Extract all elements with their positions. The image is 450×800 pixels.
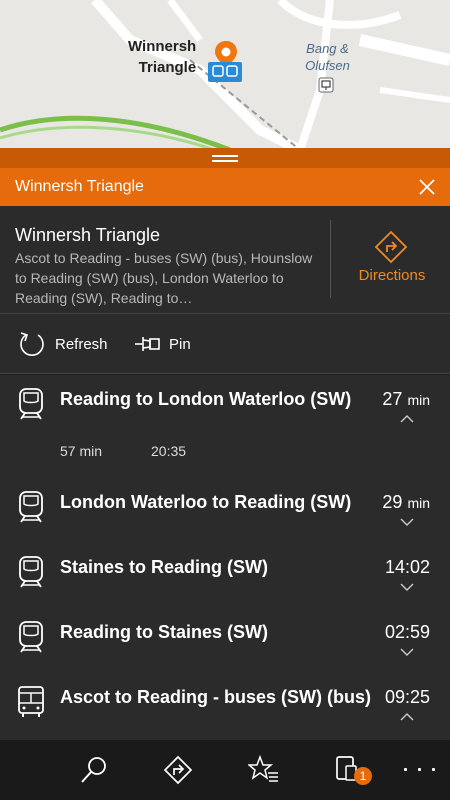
- train-stop-icon: [208, 62, 242, 82]
- chevron-up-icon[interactable]: [400, 415, 414, 423]
- directions-icon: [374, 230, 408, 264]
- stop-info-panel: Winnersh Triangle Ascot to Reading - bus…: [0, 206, 450, 314]
- sheet-drag-handle[interactable]: [0, 148, 450, 168]
- pin-icon: [135, 337, 160, 351]
- route-time: 14:02: [384, 557, 430, 577]
- favorites-icon[interactable]: [248, 754, 280, 786]
- train-icon: [19, 556, 43, 588]
- route-time: 09:25: [384, 687, 430, 707]
- route-list[interactable]: Reading to London Waterloo (SW) 27 min 5…: [0, 375, 450, 740]
- refresh-icon: [20, 332, 44, 356]
- bus-icon: [18, 686, 44, 717]
- refresh-button[interactable]: Refresh: [18, 314, 118, 374]
- route-item[interactable]: London Waterloo to Reading (SW) 29 min: [0, 478, 450, 543]
- header-bar: Winnersh Triangle: [0, 168, 450, 206]
- route-detail-duration: 57 min: [60, 443, 103, 459]
- app-bar: 1: [0, 740, 450, 800]
- pin-label: Pin: [169, 336, 191, 353]
- stop-description: Ascot to Reading - buses (SW) (bus), Hou…: [15, 250, 313, 306]
- route-name: London Waterloo to Reading (SW): [60, 492, 352, 512]
- route-item[interactable]: Reading to Staines (SW) 02:59: [0, 608, 450, 673]
- action-row: Refresh Pin: [0, 314, 450, 374]
- refresh-label: Refresh: [55, 336, 108, 353]
- map-view[interactable]: Winnersh Triangle Bang & Olufsen: [0, 0, 450, 150]
- route-item[interactable]: Reading to London Waterloo (SW) 27 min 5…: [0, 375, 450, 485]
- route-item[interactable]: Staines to Reading (SW) 14:02: [0, 543, 450, 608]
- route-time: 27 min: [382, 389, 430, 409]
- divider: [330, 220, 331, 298]
- directions-button[interactable]: Directions: [334, 206, 450, 314]
- chevron-up-icon[interactable]: [400, 713, 414, 721]
- chevron-down-icon[interactable]: [400, 648, 414, 656]
- route-time: 02:59: [384, 622, 430, 642]
- chevron-down-icon[interactable]: [400, 583, 414, 591]
- header-title: Winnersh Triangle: [15, 178, 144, 195]
- route-item[interactable]: Ascot to Reading - buses (SW) (bus) 09:2…: [0, 673, 450, 740]
- chevron-down-icon[interactable]: [400, 518, 414, 526]
- poi-label-1: Bang &: [306, 41, 349, 56]
- train-icon: [19, 388, 43, 420]
- route-name: Staines to Reading (SW): [60, 557, 269, 577]
- directions-label: Directions: [358, 267, 426, 284]
- train-icon: [19, 491, 43, 523]
- route-name: Reading to London Waterloo (SW): [60, 389, 352, 409]
- map-stop-label-1: Winnersh: [128, 38, 197, 55]
- notification-badge: 1: [354, 767, 372, 785]
- more-icon[interactable]: [402, 768, 438, 776]
- search-icon[interactable]: [78, 754, 110, 786]
- store-icon: [318, 77, 334, 93]
- map-stop-label-2: Triangle: [138, 59, 197, 76]
- route-name: Ascot to Reading - buses (SW) (bus): [60, 687, 372, 707]
- route-time: 29 min: [382, 492, 430, 512]
- route-name: Reading to Staines (SW): [60, 622, 269, 642]
- route-detail-time: 20:35: [151, 443, 187, 459]
- train-icon: [19, 621, 43, 653]
- directions-icon[interactable]: [162, 754, 194, 786]
- devices-button[interactable]: 1: [334, 754, 372, 786]
- pin-button[interactable]: Pin: [134, 314, 214, 374]
- stop-name: Winnersh Triangle: [15, 225, 161, 245]
- poi-label-2: Olufsen: [305, 58, 350, 73]
- close-icon[interactable]: [416, 176, 438, 198]
